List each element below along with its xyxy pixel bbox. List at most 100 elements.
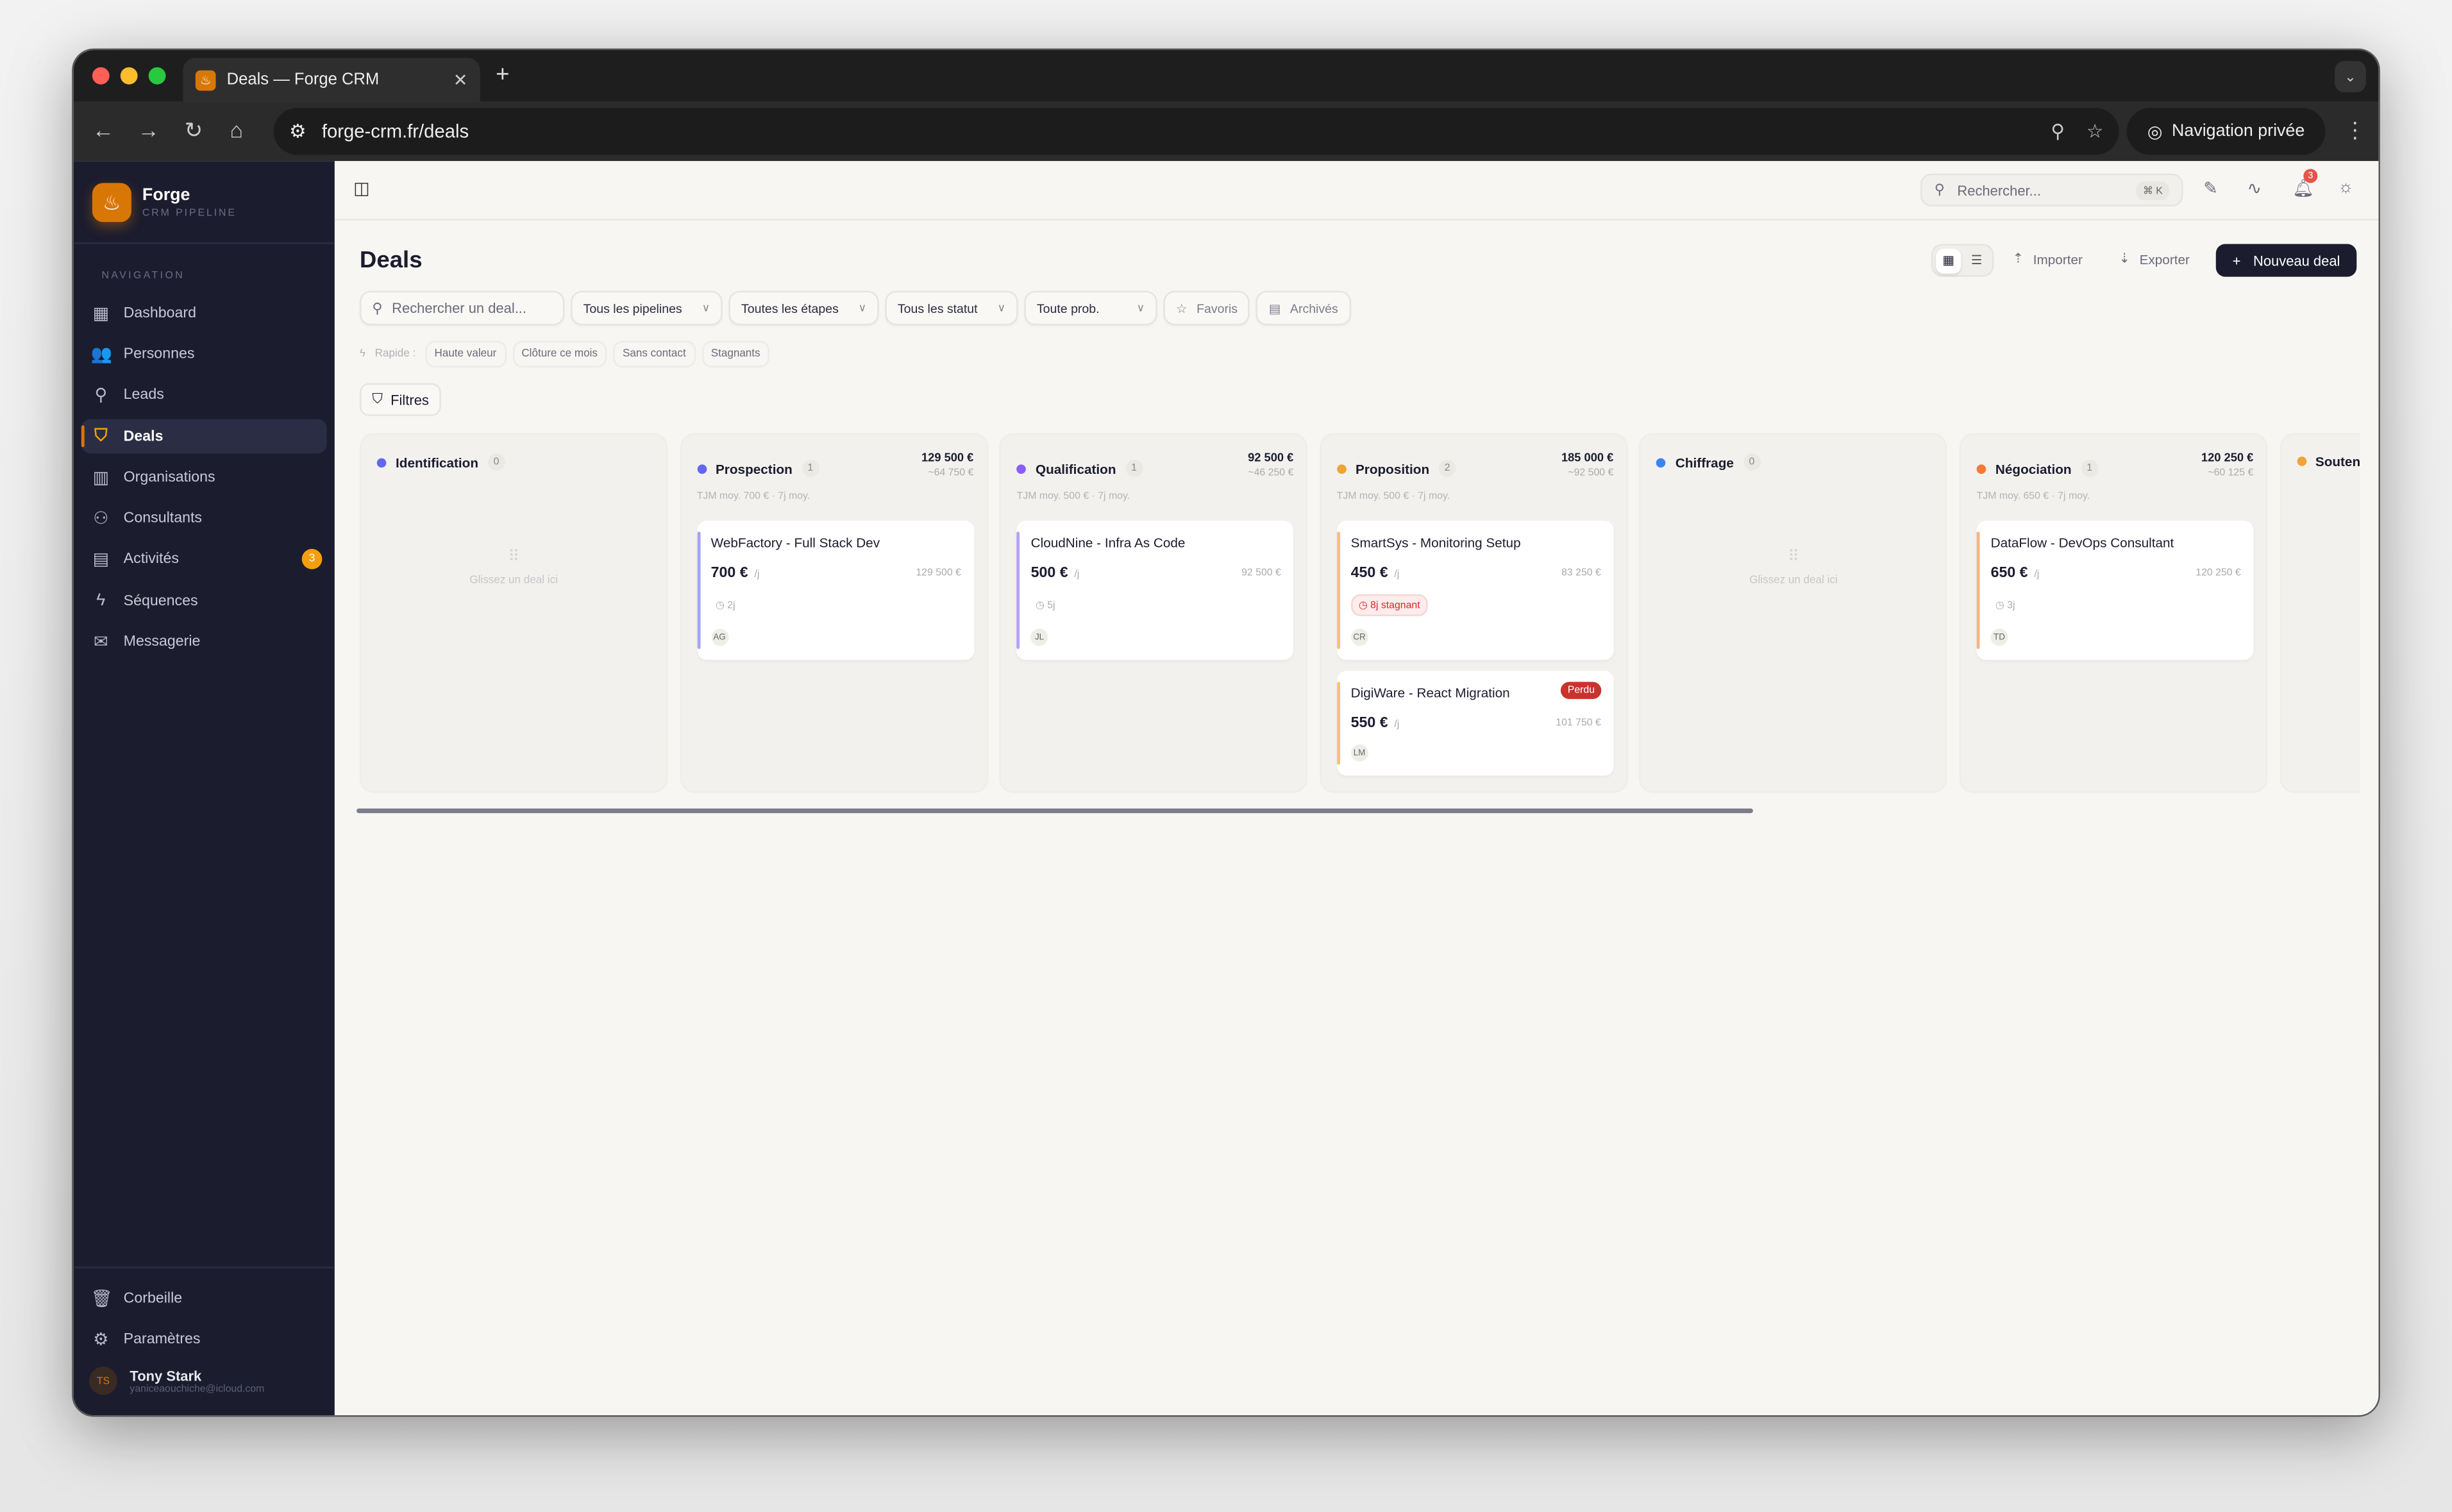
close-window-button[interactable] <box>92 67 110 85</box>
deal-age: ◷ 2j <box>715 599 735 612</box>
deal-amount: 92 500 € <box>1241 567 1281 579</box>
archived-toggle[interactable]: ▤ Archivés <box>1256 290 1351 326</box>
archive-icon: ▤ <box>1268 301 1281 315</box>
export-button[interactable]: ⇣ Exporter <box>2119 250 2190 267</box>
building-icon: ▥ <box>92 468 109 487</box>
clock-icon: ◷ <box>715 600 728 612</box>
zoom-icon[interactable]: ⚲ <box>2051 121 2064 142</box>
favorites-label: Favoris <box>1197 301 1238 315</box>
chevron-down-icon[interactable]: ⌄ <box>2335 61 2366 92</box>
quick-chip-high-value[interactable]: Haute valeur <box>424 340 506 368</box>
column-header: Souten <box>2296 453 2360 469</box>
trash-icon: 🗑 <box>90 1289 113 1309</box>
menu-icon[interactable]: ⋮ <box>2344 117 2366 144</box>
sidebar-item-activites[interactable]: ▤ Activités 3 <box>81 541 327 576</box>
avatar: TS <box>89 1366 117 1395</box>
sun-icon[interactable]: ☼ <box>2338 178 2354 197</box>
sidebar-toggle-icon[interactable]: ◫ <box>353 178 369 198</box>
filter-bar: ⚲ Rechercher un deal... Tous les pipeline… <box>359 290 1351 326</box>
column-header: Proposition 2 <box>1336 460 1456 477</box>
browser-tab[interactable]: ♨ Deals — Forge CRM ✕ <box>183 58 480 102</box>
sidebar-item-leads[interactable]: ⚲ Leads <box>81 377 327 412</box>
card-accent <box>1336 532 1340 650</box>
deal-card[interactable]: SmartSys - Monitoring Setup 450 € /j 83 250… <box>1336 521 1614 660</box>
column-total: 92 500 € ~46 250 € <box>1248 450 1293 478</box>
archived-label: Archivés <box>1289 301 1338 315</box>
sidebar-item-sequences[interactable]: ϟ Séquences <box>81 584 327 618</box>
deal-search-placeholder: Rechercher un deal... <box>392 300 527 316</box>
quick-chip-closing-month[interactable]: Clôture ce mois <box>512 340 607 368</box>
sidebar-item-trash[interactable]: 🗑 Corbeille <box>81 1281 327 1315</box>
kanban-view-icon[interactable]: ▦ <box>1936 248 1961 273</box>
status-select[interactable]: Tous les statut ∨ <box>885 290 1018 326</box>
star-icon[interactable]: ☆ <box>2087 121 2103 142</box>
mail-icon: ✉ <box>94 632 108 651</box>
list-view-icon[interactable]: ☰ <box>1964 248 1989 273</box>
url-text[interactable]: forge-crm.fr/deals <box>322 121 469 142</box>
horizontal-scrollbar[interactable] <box>357 808 1753 814</box>
sidebar-item-dashboard[interactable]: ▦ Dashboard <box>81 296 327 330</box>
clock-icon: ◷ <box>1358 600 1371 612</box>
column-total-value: 129 500 € <box>921 450 974 465</box>
new-tab-icon[interactable]: + <box>496 61 509 87</box>
avatar: CR <box>1350 628 1368 646</box>
import-button[interactable]: ⇡ Importer <box>2013 250 2083 267</box>
sidebar-item-organisations[interactable]: ▥ Organisations <box>81 460 327 494</box>
deal-card[interactable]: CloudNine - Infra As Code 500 € /j 92 500 €… <box>1016 521 1294 660</box>
edit-icon[interactable]: ✎ <box>2203 178 2217 198</box>
pipeline-select[interactable]: Tous les pipelines ∨ <box>571 290 723 326</box>
kanban-column: Identification 0 ⠿ Glissez un deal ici <box>359 433 668 793</box>
deal-rate-unit: /j <box>1394 569 1400 580</box>
browser-window: ♨ Deals — Forge CRM ✕ + ⌄ ← → ↻ ⌂ ⚙ forg… <box>72 48 2380 1417</box>
user-name: Tony Stark <box>130 1367 202 1384</box>
avatar: TD <box>1990 628 2008 646</box>
import-label: Importer <box>2033 251 2083 267</box>
sidebar-item-label: Deals <box>123 428 164 445</box>
new-deal-button[interactable]: + Nouveau deal <box>2215 244 2357 277</box>
deal-rate-unit: /j <box>2034 569 2040 580</box>
new-deal-label: Nouveau deal <box>2253 252 2340 269</box>
global-search-input[interactable]: ⚲ Rechercher... ⌘ K <box>1920 173 2183 206</box>
site-settings-icon[interactable]: ⚙ <box>289 121 306 142</box>
sidebar-item-messagerie[interactable]: ✉ Messagerie <box>81 624 327 659</box>
quick-chip-no-contact[interactable]: Sans contact <box>613 340 696 368</box>
filters-button[interactable]: ⛉ Filtres <box>359 383 442 416</box>
export-label: Exporter <box>2139 251 2190 267</box>
sidebar-item-deals[interactable]: ⛉ Deals <box>81 419 327 454</box>
private-browsing-button[interactable]: ◎ Navigation privée <box>2126 108 2326 155</box>
stagnant-badge: ◷ 8j stagnant <box>1350 594 1428 616</box>
close-tab-icon[interactable]: ✕ <box>453 70 467 90</box>
address-bar[interactable]: ⚙ forge-crm.fr/deals ⚲ ☆ <box>273 108 2119 155</box>
empty-text: Glissez un deal ici <box>1749 575 1838 587</box>
deal-search-input[interactable]: ⚲ Rechercher un deal... <box>359 290 565 326</box>
column-title: Proposition <box>1355 460 1430 476</box>
quick-chip-stagnant[interactable]: Stagnants <box>701 340 770 368</box>
favorites-toggle[interactable]: ☆ Favoris <box>1163 290 1250 326</box>
deal-age: ◷ 3j <box>1995 599 2015 611</box>
column-total-value: 92 500 € <box>1248 450 1294 465</box>
flame-icon: ♨ <box>195 69 216 90</box>
stage-select[interactable]: Toutes les étapes ∨ <box>728 290 879 326</box>
deal-card[interactable]: WebFactory - Full Stack Dev 700 € /j 129 50… <box>696 521 974 660</box>
activity-icon[interactable]: ∿ <box>2247 178 2262 198</box>
deal-card[interactable]: DataFlow - DevOps Consultant 650 € /j 120 2… <box>1976 521 2254 660</box>
home-icon[interactable]: ⌂ <box>230 117 244 142</box>
count-badge: 3 <box>301 548 323 569</box>
sidebar-item-consultants[interactable]: ⚇ Consultants <box>81 500 327 535</box>
reload-icon[interactable]: ↻ <box>185 117 203 144</box>
deal-amount: 83 250 € <box>1561 567 1601 579</box>
minimize-window-button[interactable] <box>120 67 138 85</box>
tab-title: Deals — Forge CRM <box>226 70 380 90</box>
maximize-window-button[interactable] <box>148 67 166 85</box>
back-icon[interactable]: ← <box>92 117 114 142</box>
sidebar-item-personnes[interactable]: 👥 Personnes <box>81 336 327 371</box>
forward-icon[interactable]: → <box>138 117 160 142</box>
sidebar-item-label: Organisations <box>123 468 215 486</box>
column-header: Négociation 1 <box>1976 460 2099 477</box>
sidebar: ♨ Forge CRM PIPELINE NAVIGATION ▦ Dashboa… <box>73 161 335 1416</box>
sidebar-item-gear[interactable]: ⚙ Paramètres <box>81 1322 327 1356</box>
user-profile[interactable]: TS Tony Stark yaniceaouchiche@icloud.com <box>89 1366 264 1395</box>
deal-card[interactable]: DigiWare - React Migration 550 € /j 101 750… <box>1336 671 1614 776</box>
probability-select[interactable]: Toute prob. ∨ <box>1024 290 1157 326</box>
status-badge: Perdu <box>1561 682 1601 700</box>
